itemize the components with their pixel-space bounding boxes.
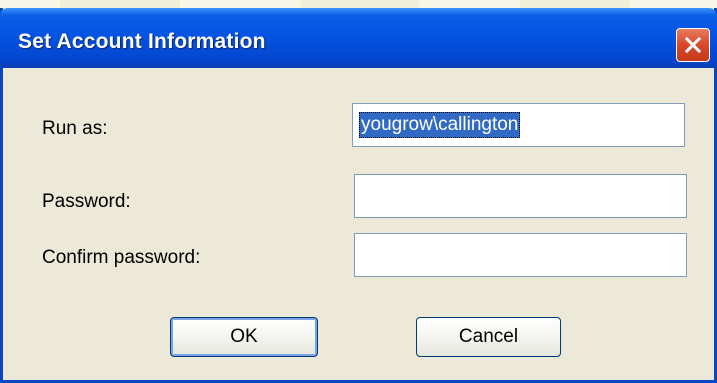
- run-as-value: yougrow\callington: [359, 112, 521, 138]
- password-label: Password:: [42, 191, 131, 212]
- close-button[interactable]: [676, 28, 710, 62]
- cancel-button[interactable]: Cancel: [416, 317, 561, 357]
- run-as-input[interactable]: yougrow\callington: [352, 103, 685, 147]
- page: Set Account Information Run as: yougrow\…: [0, 0, 717, 383]
- confirm-password-label: Confirm password:: [42, 247, 201, 268]
- ok-button[interactable]: OK: [170, 317, 318, 357]
- confirm-password-field[interactable]: [354, 233, 687, 277]
- run-as-label: Run as:: [42, 118, 108, 139]
- dialog-title: Set Account Information: [18, 30, 266, 53]
- password-field[interactable]: [354, 174, 687, 218]
- dialog-window: Set Account Information Run as: yougrow\…: [0, 8, 717, 383]
- title-bar[interactable]: Set Account Information: [0, 8, 717, 68]
- close-icon: [684, 36, 702, 54]
